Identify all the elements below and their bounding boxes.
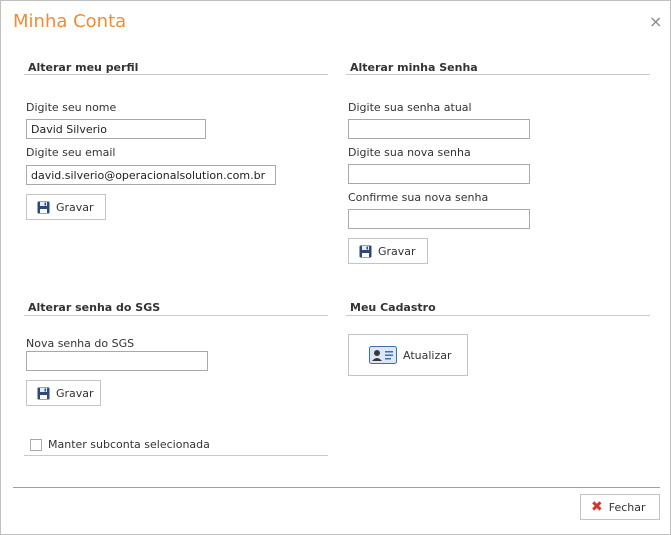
minha-conta-dialog: Minha Conta × Alterar meu perfil Digite … [0, 0, 671, 535]
floppy-disk-icon [37, 387, 50, 400]
section-title-perfil: Alterar meu perfil [28, 61, 139, 74]
footer-divider [13, 487, 660, 488]
save-password-button[interactable]: Gravar [348, 238, 428, 264]
email-input[interactable] [26, 165, 276, 185]
sgs-password-input[interactable] [26, 351, 208, 371]
name-label: Digite seu nome [26, 101, 117, 114]
confirm-password-label: Confirme sua nova senha [348, 191, 489, 204]
save-password-label: Gravar [378, 244, 416, 258]
dialog-title: Minha Conta [13, 11, 127, 32]
floppy-disk-icon [359, 245, 372, 258]
close-button[interactable]: ✖ Fechar [580, 494, 660, 520]
new-password-label: Digite sua nova senha [348, 146, 471, 159]
section-divider [24, 74, 328, 75]
close-icon[interactable]: × [649, 14, 662, 30]
name-input[interactable] [26, 119, 206, 139]
section-divider [24, 315, 328, 316]
sgs-password-label: Nova senha do SGS [26, 337, 135, 350]
red-x-icon: ✖ [591, 499, 603, 515]
section-divider [346, 74, 650, 75]
close-button-label: Fechar [608, 500, 646, 514]
keep-subaccount-checkbox[interactable] [30, 439, 42, 451]
section-title-sgs: Alterar senha do SGS [28, 301, 161, 314]
save-sgs-label: Gravar [56, 386, 94, 400]
email-label: Digite seu email [26, 146, 116, 159]
section-title-senha: Alterar minha Senha [350, 61, 478, 74]
new-password-input[interactable] [348, 164, 530, 184]
confirm-password-input[interactable] [348, 209, 530, 229]
section-title-cadastro: Meu Cadastro [350, 301, 436, 314]
save-sgs-button[interactable]: Gravar [26, 380, 101, 406]
current-password-input[interactable] [348, 119, 530, 139]
floppy-disk-icon [37, 201, 50, 214]
update-cadastro-label: Atualizar [403, 348, 452, 362]
update-cadastro-button[interactable]: Atualizar [348, 334, 468, 376]
contact-card-icon [369, 346, 397, 364]
save-profile-button[interactable]: Gravar [26, 194, 106, 220]
section-divider [346, 315, 650, 316]
section-divider [24, 455, 328, 456]
keep-subaccount-label[interactable]: Manter subconta selecionada [48, 438, 210, 451]
save-profile-label: Gravar [56, 200, 94, 214]
current-password-label: Digite sua senha atual [348, 101, 472, 114]
